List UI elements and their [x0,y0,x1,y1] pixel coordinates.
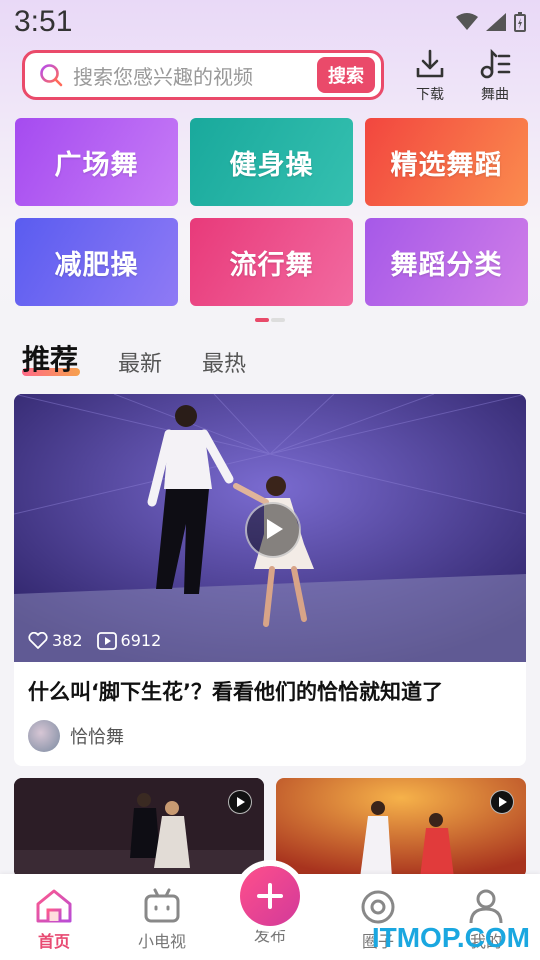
search-icon [40,64,63,87]
tab-latest[interactable]: 最新 [118,346,162,378]
nav-label: 小电视 [137,932,186,951]
category-weight-loss[interactable]: 减肥操 [15,218,178,306]
download-icon [416,49,444,78]
video-stats: 382 6912 [28,631,161,650]
feed-tabs: 推荐 最新 最热 [22,338,246,378]
carousel-indicator [255,318,285,322]
user-icon [469,889,503,924]
indicator-inactive [271,318,285,322]
category-label: 流行舞 [229,249,314,281]
battery-icon [514,12,526,32]
home-icon [36,889,72,923]
video-thumbnail[interactable]: 382 6912 [14,394,526,662]
likes-count: 382 [52,631,83,650]
author-name[interactable]: 恰恰舞 [70,723,124,749]
search-button[interactable]: 搜索 [317,57,375,93]
category-label: 广场舞 [54,149,139,181]
search-placeholder: 搜索您感兴趣的视频 [73,64,253,89]
featured-video-card[interactable]: 382 6912 什么叫‘脚下生花’？看看他们的恰恰就知道了 恰恰舞 [14,394,526,766]
play-count-icon [96,631,117,650]
nav-tv[interactable]: 小电视 [122,888,202,952]
tv-icon [144,888,180,923]
heart-icon [28,631,48,649]
music-button[interactable]: 舞曲 [465,48,525,104]
circle-icon [361,890,395,924]
category-label: 健身操 [229,149,314,181]
video-card-left[interactable] [14,778,264,878]
likes-stat: 382 [28,631,83,650]
nav-label: 首页 [37,932,70,951]
category-square-dance[interactable]: 广场舞 [15,118,178,206]
status-time: 3:51 [14,5,73,38]
video-thumbnail-left [14,778,264,878]
category-label: 舞蹈分类 [390,249,503,281]
search-input[interactable]: 搜索您感兴趣的视频 搜索 [22,50,384,100]
video-thumbnail-right [276,778,526,878]
publish-button[interactable] [240,866,300,926]
download-label: 下载 [416,87,444,103]
category-featured-dance[interactable]: 精选舞蹈 [365,118,528,206]
tab-hottest[interactable]: 最热 [202,346,246,378]
category-label: 减肥操 [54,249,139,281]
plays-stat: 6912 [96,631,162,650]
video-card-right[interactable] [276,778,526,878]
play-badge [228,790,252,814]
watermark: ITMOP.COM [371,922,530,953]
video-title[interactable]: 什么叫‘脚下生花’？看看他们的恰恰就知道了 [14,662,526,706]
play-button[interactable] [245,502,301,558]
category-dance-types[interactable]: 舞蹈分类 [365,218,528,306]
music-label: 舞曲 [481,87,509,103]
nav-label: 发布 [253,926,286,945]
status-icons [456,12,526,32]
category-label: 精选舞蹈 [390,149,503,181]
music-icon [480,48,511,79]
author-row[interactable]: 恰恰舞 [14,706,526,752]
category-fitness[interactable]: 健身操 [190,118,353,206]
avatar[interactable] [28,720,60,752]
play-badge [490,790,514,814]
category-pop-dance[interactable]: 流行舞 [190,218,353,306]
wifi-icon [456,13,478,30]
download-button[interactable]: 下载 [400,48,460,104]
plus-icon [257,883,283,909]
signal-icon [486,13,506,31]
tab-recommend[interactable]: 推荐 [22,338,81,378]
status-bar: 3:51 [0,0,540,44]
indicator-active [255,318,269,322]
plays-count: 6912 [120,631,162,650]
nav-home[interactable]: 首页 [14,888,94,952]
